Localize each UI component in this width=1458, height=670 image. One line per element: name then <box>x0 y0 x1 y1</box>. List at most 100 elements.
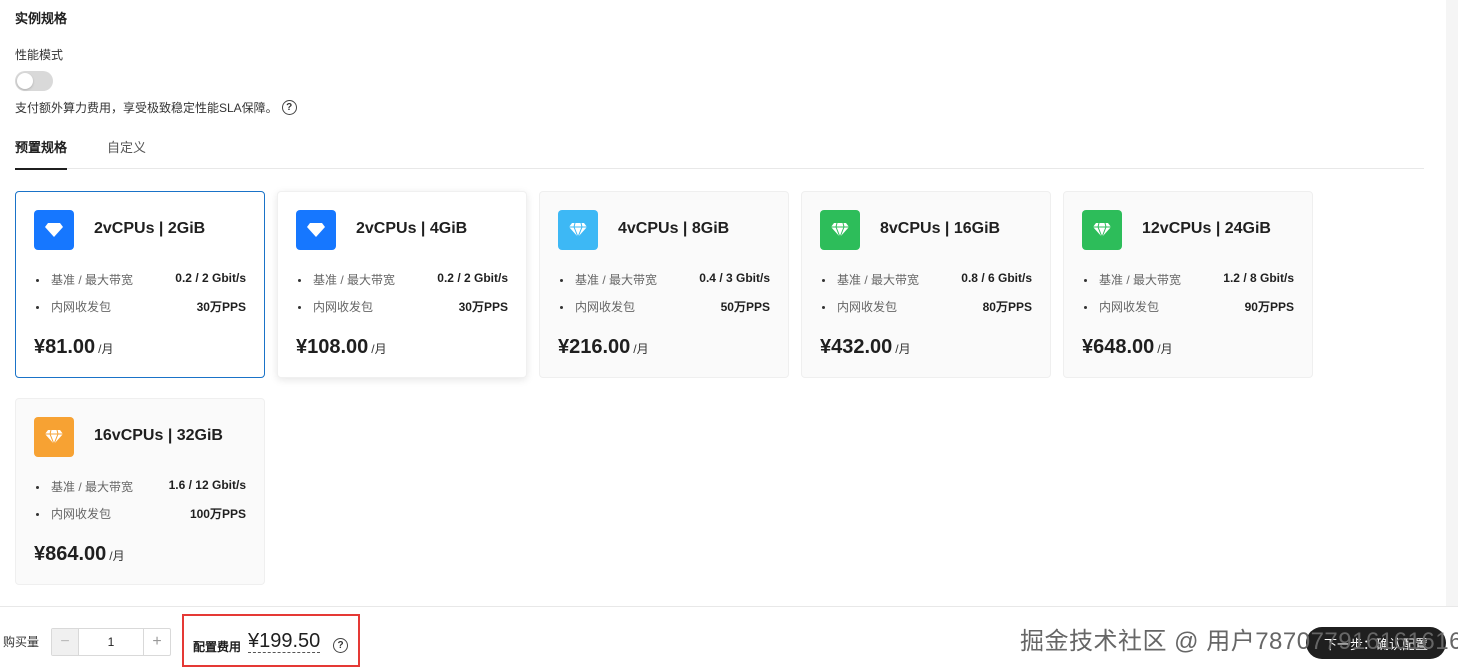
pps-label: 内网收发包 <box>313 300 374 314</box>
price-unit: /月 <box>371 342 387 356</box>
gem-icon <box>1082 210 1122 250</box>
pps-label: 内网收发包 <box>51 300 112 314</box>
price-value: ¥648.00 <box>1082 336 1155 358</box>
spec-card-price: ¥432.00/月 <box>820 336 911 359</box>
pps-value: 50万PPS <box>720 300 770 314</box>
price-value: ¥81.00 <box>34 336 96 358</box>
pps-value: 90万PPS <box>1244 300 1294 314</box>
decrease-button[interactable]: − <box>52 629 79 655</box>
pps-value: 80万PPS <box>982 300 1032 314</box>
bandwidth-row: 基准 / 最大带宽 1.6 / 12 Gbit/s <box>34 478 246 494</box>
bullet <box>1084 306 1087 309</box>
config-fee-label: 配置费用 <box>193 640 242 654</box>
pps-label: 内网收发包 <box>575 300 636 314</box>
diamond-icon <box>34 210 74 250</box>
bullet <box>822 306 825 309</box>
spec-tabs: 预置规格 自定义 <box>15 136 1424 170</box>
tab-custom[interactable]: 自定义 <box>107 136 146 169</box>
fee-help-icon[interactable]: ? <box>333 638 348 653</box>
bullet <box>560 306 563 309</box>
pps-value: 30万PPS <box>458 300 508 314</box>
pps-row: 内网收发包 90万PPS <box>1082 298 1294 314</box>
bandwidth-value: 0.2 / 2 Gbit/s <box>175 271 246 285</box>
section-title: 实例规格 <box>15 11 68 26</box>
pps-row: 内网收发包 50万PPS <box>558 298 770 314</box>
pps-row: 内网收发包 80万PPS <box>820 298 1032 314</box>
bandwidth-row: 基准 / 最大带宽 0.4 / 3 Gbit/s <box>558 271 770 287</box>
spec-card[interactable]: 8vCPUs | 16GiB 基准 / 最大带宽 0.8 / 6 Gbit/s 内网收… <box>801 191 1051 378</box>
pps-label: 内网收发包 <box>51 507 112 521</box>
spec-card-price: ¥216.00/月 <box>558 336 649 359</box>
bandwidth-value: 1.2 / 8 Gbit/s <box>1223 271 1294 285</box>
diamond-icon <box>296 210 336 250</box>
gem-icon <box>34 417 74 457</box>
gem-icon <box>820 210 860 250</box>
pps-row: 内网收发包 30万PPS <box>34 298 246 314</box>
spec-card-title: 2vCPUs | 2GiB <box>94 220 206 237</box>
spec-card-title: 8vCPUs | 16GiB <box>880 220 1001 237</box>
price-value: ¥216.00 <box>558 336 631 358</box>
bandwidth-label: 基准 / 最大带宽 <box>51 273 134 287</box>
bandwidth-row: 基准 / 最大带宽 0.2 / 2 Gbit/s <box>296 271 508 287</box>
bandwidth-label: 基准 / 最大带宽 <box>837 273 920 287</box>
spec-card-title: 2vCPUs | 4GiB <box>356 220 468 237</box>
scrollbar[interactable] <box>1446 0 1458 606</box>
price-unit: /月 <box>633 342 649 356</box>
quantity-label: 购买量 <box>3 635 40 649</box>
pps-value: 100万PPS <box>189 507 246 521</box>
tab-preset-specs[interactable]: 预置规格 <box>15 136 68 170</box>
watermark: 掘金技术社区 @ 用户787077916161616 <box>1020 628 1458 655</box>
spec-card[interactable]: 12vCPUs | 24GiB 基准 / 最大带宽 1.2 / 8 Gbit/s 内网… <box>1063 191 1313 378</box>
pps-label: 内网收发包 <box>837 300 898 314</box>
price-value: ¥108.00 <box>296 336 369 358</box>
spec-card-title: 12vCPUs | 24GiB <box>1142 220 1271 237</box>
price-value: ¥864.00 <box>34 543 107 565</box>
spec-card[interactable]: 16vCPUs | 32GiB 基准 / 最大带宽 1.6 / 12 Gbit/s 内… <box>15 398 265 585</box>
spec-card-title: 16vCPUs | 32GiB <box>94 427 223 444</box>
spec-card[interactable]: 2vCPUs | 4GiB 基准 / 最大带宽 0.2 / 2 Gbit/s 内网收发… <box>277 191 527 378</box>
bullet <box>822 279 825 282</box>
price-unit: /月 <box>109 549 125 563</box>
bullet <box>298 306 301 309</box>
performance-mode-label: 性能模式 <box>15 48 64 62</box>
price-unit: /月 <box>98 342 114 356</box>
bullet <box>36 279 39 282</box>
help-icon[interactable]: ? <box>281 100 297 115</box>
bandwidth-row: 基准 / 最大带宽 1.2 / 8 Gbit/s <box>1082 271 1294 287</box>
increase-button[interactable]: + <box>143 629 170 655</box>
pps-row: 内网收发包 30万PPS <box>296 298 508 314</box>
config-fee-value[interactable]: ¥199.50 <box>248 630 321 653</box>
pps-label: 内网收发包 <box>1099 300 1160 314</box>
bullet <box>560 279 563 282</box>
pps-value: 30万PPS <box>196 300 246 314</box>
config-fee-highlight: 配置费用 ¥199.50 ? <box>182 614 360 667</box>
bullet <box>36 513 39 516</box>
bandwidth-value: 0.8 / 6 Gbit/s <box>961 271 1032 285</box>
performance-mode-toggle[interactable] <box>15 71 53 91</box>
bandwidth-row: 基准 / 最大带宽 0.8 / 6 Gbit/s <box>820 271 1032 287</box>
spec-card[interactable]: 2vCPUs | 2GiB 基准 / 最大带宽 0.2 / 2 Gbit/s 内网收发… <box>15 191 265 378</box>
spec-card-price: ¥108.00/月 <box>296 336 387 359</box>
price-unit: /月 <box>1157 342 1173 356</box>
performance-mode-description: 支付额外算力费用，享受极致稳定性能SLA保障。 ? <box>15 99 297 116</box>
gem-icon <box>558 210 598 250</box>
footer-bar: 购买量 − 1 + 配置费用 ¥199.50 ? 下一步：确认配置 掘金技术社区… <box>0 606 1458 670</box>
bandwidth-label: 基准 / 最大带宽 <box>1099 273 1182 287</box>
bandwidth-label: 基准 / 最大带宽 <box>313 273 396 287</box>
bullet <box>36 486 39 489</box>
spec-card[interactable]: 4vCPUs | 8GiB 基准 / 最大带宽 0.4 / 3 Gbit/s 内网收发… <box>539 191 789 378</box>
bandwidth-value: 0.2 / 2 Gbit/s <box>437 271 508 285</box>
bandwidth-value: 0.4 / 3 Gbit/s <box>699 271 770 285</box>
bandwidth-label: 基准 / 最大带宽 <box>575 273 658 287</box>
bullet <box>36 306 39 309</box>
price-unit: /月 <box>895 342 911 356</box>
bandwidth-row: 基准 / 最大带宽 0.2 / 2 Gbit/s <box>34 271 246 287</box>
toggle-knob <box>17 73 33 89</box>
quantity-stepper: − 1 + <box>51 628 171 656</box>
bandwidth-value: 1.6 / 12 Gbit/s <box>168 478 246 492</box>
spec-card-price: ¥81.00/月 <box>34 336 114 359</box>
performance-mode-desc-text: 支付额外算力费用，享受极致稳定性能SLA保障。 <box>15 101 278 115</box>
quantity-input[interactable]: 1 <box>79 629 143 655</box>
bandwidth-label: 基准 / 最大带宽 <box>51 480 134 494</box>
bullet <box>1084 279 1087 282</box>
